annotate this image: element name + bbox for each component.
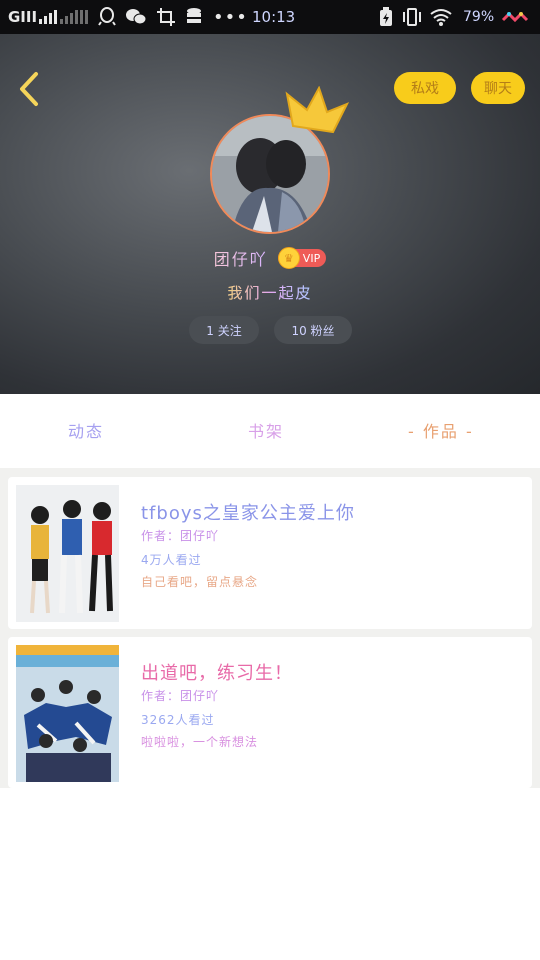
list-item[interactable]: 出道吧，练习生！ 作者：团仔吖 3262人看过 啦啦啦，一个新想法	[8, 637, 532, 788]
crown-coin-icon: ♛	[277, 247, 300, 269]
name-row: 团仔吖 ♛ VIP	[0, 245, 540, 271]
vip-badge: ♛ VIP	[277, 247, 327, 269]
work-title: 出道吧，练习生！	[141, 663, 293, 684]
rainbow-icon	[501, 0, 531, 34]
status-bar: GIII ••• 10:13 79%	[0, 0, 540, 34]
carrier-signal: GIII	[8, 0, 58, 34]
work-author: 作者：团仔吖	[141, 529, 220, 543]
tab-dynamics[interactable]: 动态	[68, 418, 104, 442]
work-desc: 啦啦啦，一个新想法	[141, 735, 259, 749]
signal-icon-2	[60, 0, 88, 34]
work-title: tfboys之皇家公主爱上你	[141, 503, 355, 524]
followers-label: 10 粉丝	[291, 323, 335, 338]
profile-tabs: 动态 书架 - 作品 -	[0, 394, 540, 468]
crown-icon	[285, 85, 350, 140]
chat-button[interactable]: 聊天	[471, 72, 525, 104]
qq-icon	[98, 0, 116, 34]
username: 团仔吖	[214, 246, 268, 270]
list-item[interactable]: tfboys之皇家公主爱上你 作者：团仔吖 4万人看过 自己看吧，留点悬念	[8, 477, 532, 629]
carrier-label: GIII	[8, 8, 38, 26]
bio: 我们一起皮	[0, 282, 540, 303]
book-cover-image	[16, 645, 119, 782]
signal-icon	[39, 10, 58, 24]
chevron-left-icon	[20, 72, 38, 106]
following-button[interactable]: 1 关注	[189, 316, 259, 344]
vibrate-icon	[401, 0, 423, 34]
screenshot-icon	[156, 0, 176, 34]
private-button[interactable]: 私戏	[394, 72, 456, 104]
bio-text: 我们一起皮	[227, 284, 313, 302]
charging-icon	[379, 0, 393, 34]
followers-button[interactable]: 10 粉丝	[274, 316, 352, 344]
tab-works[interactable]: - 作品 -	[408, 418, 474, 442]
work-reads: 3262人看过	[141, 713, 215, 727]
chat-button-label: 聊天	[484, 81, 512, 97]
wifi-icon	[430, 0, 452, 34]
vip-label: VIP	[302, 251, 321, 265]
more-dots-icon: •••	[213, 6, 248, 28]
profile-header: 私戏 聊天 团仔吖 ♛ VIP 我们一起皮 1 关注 10 粉丝	[0, 34, 540, 394]
book-cover-image	[16, 485, 119, 622]
tab-bookshelf[interactable]: 书架	[248, 418, 284, 442]
wechat-icon	[125, 0, 147, 34]
back-button[interactable]	[14, 70, 48, 108]
work-desc: 自己看吧，留点悬念	[141, 575, 259, 589]
clock: 10:13	[252, 8, 296, 26]
work-reads: 4万人看过	[141, 553, 202, 567]
private-button-label: 私戏	[411, 81, 439, 97]
work-author: 作者：团仔吖	[141, 689, 220, 703]
database-icon	[185, 0, 203, 34]
battery-percent: 79%	[463, 9, 495, 25]
following-label: 1 关注	[206, 323, 242, 338]
